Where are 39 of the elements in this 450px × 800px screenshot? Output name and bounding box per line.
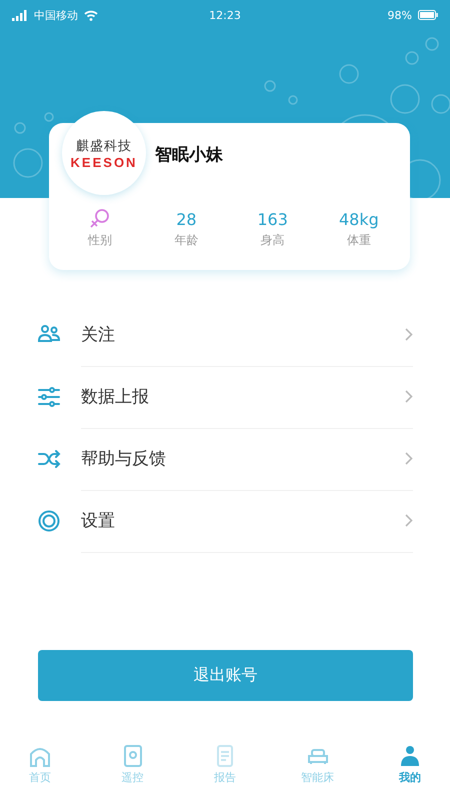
stat-label: 体重 <box>346 232 371 249</box>
signal-icon <box>12 10 28 20</box>
tab-item[interactable]: 我的 <box>380 744 440 794</box>
stat-value: 163 <box>257 209 288 230</box>
user-name: 智眠小妹 <box>155 144 223 166</box>
logo-text: 麒盛科技 <box>76 138 132 154</box>
tab-item[interactable]: 首页 <box>10 744 70 794</box>
menu-label: 设置 <box>81 510 115 532</box>
stat-label: 性别 <box>88 232 112 249</box>
person-icon <box>398 744 422 768</box>
chevron-icon <box>405 328 413 341</box>
menu-label: 关注 <box>81 324 115 346</box>
female-icon <box>89 209 112 229</box>
settings-icon <box>37 509 61 533</box>
battery-percent: 98% <box>388 8 412 22</box>
chevron-icon <box>405 452 413 465</box>
shuffle-icon <box>37 447 61 471</box>
stat-value: 28 <box>176 209 197 230</box>
tab-item[interactable]: 智能床 <box>288 744 348 794</box>
stat-value: 48kg <box>338 209 379 230</box>
stat-label: 身高 <box>260 232 285 249</box>
logout-button[interactable]: 退出账号 <box>38 650 413 701</box>
menu-label: 数据上报 <box>81 386 149 408</box>
carrier-name: 中国移动 <box>34 8 78 22</box>
wifi-icon <box>84 10 98 20</box>
menu-item[interactable]: 帮助与反馈 <box>37 428 413 490</box>
clock-time: 12:23 <box>209 8 241 22</box>
chevron-icon <box>405 514 413 527</box>
logo-wordmark: KEESON <box>70 154 138 170</box>
menu-item[interactable]: 数据上报 <box>37 366 413 428</box>
menu-label: 帮助与反馈 <box>81 448 166 470</box>
battery-icon <box>418 10 438 20</box>
sliders-icon <box>37 385 61 409</box>
stat-label: 年龄 <box>174 232 198 249</box>
chevron-icon <box>405 390 413 403</box>
menu-item[interactable]: 设置 <box>37 490 413 552</box>
menu-item[interactable]: 关注 <box>37 304 413 366</box>
tab-item[interactable]: 报告 <box>195 744 255 794</box>
tab-item[interactable]: 遥控 <box>102 744 162 794</box>
